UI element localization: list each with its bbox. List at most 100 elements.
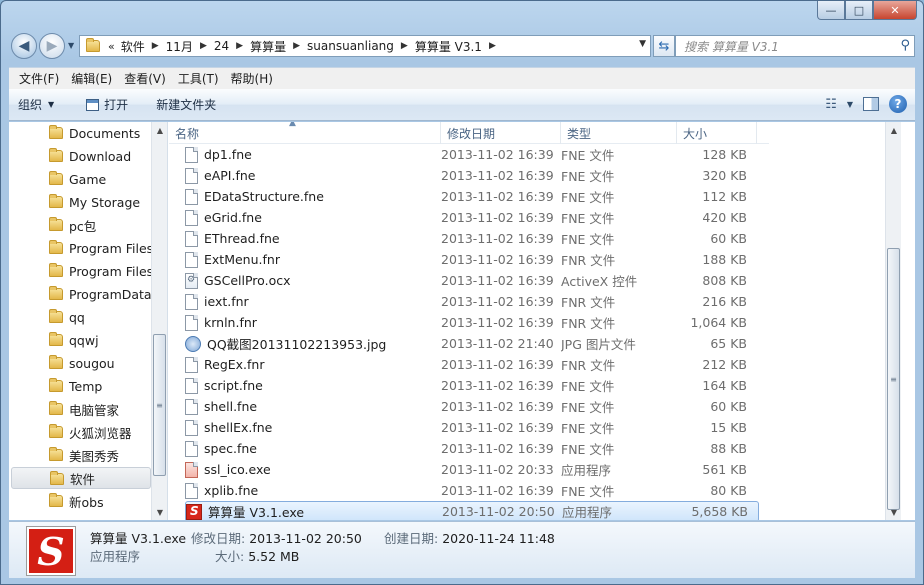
column-header-date[interactable]: 修改日期	[441, 122, 561, 144]
column-header-type[interactable]: 类型	[561, 122, 677, 144]
nav-folder-item[interactable]: 火狐浏览器	[11, 421, 151, 443]
breadcrumb-separator-icon[interactable]: ▶	[200, 41, 207, 51]
breadcrumb-item[interactable]: 24	[214, 39, 229, 53]
breadcrumb-separator-icon[interactable]: ▶	[152, 41, 159, 51]
breadcrumb-separator-icon[interactable]: ▶	[401, 41, 408, 51]
column-header-name[interactable]: ▲ 名称	[169, 122, 441, 144]
new-folder-button[interactable]: 新建文件夹	[147, 96, 225, 113]
back-button[interactable]: ◀	[11, 33, 37, 59]
nav-folder-item[interactable]: sougou	[11, 352, 151, 374]
view-options-icon[interactable]: ☷	[825, 97, 837, 112]
nav-folder-item[interactable]: 软件	[11, 467, 151, 489]
address-bar[interactable]: « 软件 ▶ 11月 ▶ 24 ▶ 算算量 ▶ suansuanliang ▶ …	[79, 35, 651, 57]
breadcrumb-item[interactable]: 软件	[121, 38, 145, 55]
breadcrumb-separator-icon[interactable]: ▶	[236, 41, 243, 51]
file-name-cell: EThread.fne	[185, 230, 441, 247]
file-row[interactable]: xplib.fne 2013-11-02 16:39 FNE 文件 80 KB	[185, 480, 759, 501]
maximize-button[interactable]: □	[845, 1, 873, 20]
close-button[interactable]: ✕	[873, 1, 917, 20]
file-row[interactable]: 算算量 V3.1.exe 2013-11-02 20:50 应用程序 5,658 KB	[185, 501, 759, 520]
minimize-button[interactable]: —	[817, 1, 845, 20]
file-row[interactable]: krnln.fnr 2013-11-02 16:39 FNR 文件 1,064 KB	[185, 312, 759, 333]
breadcrumb-item[interactable]: 11月	[166, 38, 193, 55]
file-row[interactable]: RegEx.fnr 2013-11-02 16:39 FNR 文件 212 KB	[185, 354, 759, 375]
file-name: shellEx.fne	[204, 420, 273, 435]
search-input[interactable]: 搜索 算算量 V3.1 ⚲	[675, 35, 915, 57]
scroll-down-icon[interactable]: ▼	[152, 504, 167, 520]
file-name-cell: spec.fne	[185, 440, 441, 457]
menu-view[interactable]: 查看(V)	[118, 70, 172, 87]
help-icon[interactable]: ?	[889, 95, 907, 113]
scroll-up-icon[interactable]: ▲	[152, 122, 167, 138]
nav-scrollbar[interactable]: ▲ ≡ ▼	[151, 122, 167, 520]
menu-tools[interactable]: 工具(T)	[172, 70, 225, 87]
nav-folder-item[interactable]: Program Files	[11, 237, 151, 259]
file-row[interactable]: ExtMenu.fnr 2013-11-02 16:39 FNR 文件 188 KB	[185, 249, 759, 270]
file-size: 60 KB	[710, 399, 747, 414]
scroll-thumb[interactable]: ≡	[153, 334, 166, 476]
file-list-scrollbar[interactable]: ▲ ≡ ▼	[885, 122, 901, 520]
recent-pages-dropdown[interactable]: ▼	[68, 41, 74, 50]
nav-folder-item[interactable]: qq	[11, 306, 151, 328]
file-type: 应用程序	[562, 505, 613, 520]
menu-file[interactable]: 文件(F)	[13, 70, 65, 87]
nav-folder-item[interactable]: Download	[11, 145, 151, 167]
file-name-cell: shell.fne	[185, 398, 441, 415]
scroll-up-icon[interactable]: ▲	[886, 122, 901, 138]
nav-folder-item[interactable]: ProgramData	[11, 283, 151, 305]
folder-icon	[49, 493, 63, 507]
file-row[interactable]: dp1.fne 2013-11-02 16:39 FNE 文件 128 KB	[185, 144, 759, 165]
scroll-thumb[interactable]: ≡	[887, 248, 900, 510]
file-row[interactable]: eAPI.fne 2013-11-02 16:39 FNE 文件 320 KB	[185, 165, 759, 186]
file-row[interactable]: QQ截图20131102213953.jpg 2013-11-02 21:40 JP…	[185, 333, 759, 354]
details-size: 大小: 5.52 MB	[215, 546, 299, 565]
nav-folder-item[interactable]: My Storage	[11, 191, 151, 213]
file-row[interactable]: spec.fne 2013-11-02 16:39 FNE 文件 88 KB	[185, 438, 759, 459]
address-dropdown-icon[interactable]: ▼	[639, 39, 646, 49]
nav-folder-item[interactable]: 电脑管家	[11, 398, 151, 420]
folder-icon	[49, 171, 63, 185]
nav-folder-item[interactable]: Temp	[11, 375, 151, 397]
file-row[interactable]: script.fne 2013-11-02 16:39 FNE 文件 164 KB	[185, 375, 759, 396]
file-row[interactable]: shell.fne 2013-11-02 16:39 FNE 文件 60 KB	[185, 396, 759, 417]
preview-pane-icon[interactable]	[863, 97, 879, 111]
column-header-size[interactable]: 大小	[677, 122, 757, 144]
file-size: 164 KB	[702, 378, 747, 393]
details-created-label: 创建日期:	[384, 531, 439, 546]
breadcrumb-separator-icon[interactable]: ▶	[293, 41, 300, 51]
file-row[interactable]: EDataStructure.fne 2013-11-02 16:39 FNE 文件…	[185, 186, 759, 207]
file-type: FNE 文件	[561, 211, 615, 226]
breadcrumb-item[interactable]: 算算量	[250, 38, 286, 55]
breadcrumb-overflow[interactable]: «	[108, 40, 115, 53]
nav-folder-item[interactable]: pc包	[11, 214, 151, 236]
open-button[interactable]: 打开	[77, 96, 137, 113]
nav-folder-item[interactable]: qqwj	[11, 329, 151, 351]
menu-edit[interactable]: 编辑(E)	[65, 70, 118, 87]
breadcrumb-separator-icon[interactable]: ▶	[489, 41, 496, 51]
organize-button[interactable]: 组织 ▼	[9, 96, 63, 113]
file-row[interactable]: shellEx.fne 2013-11-02 16:39 FNE 文件 15 KB	[185, 417, 759, 438]
menu-help[interactable]: 帮助(H)	[225, 70, 279, 87]
file-row[interactable]: iext.fnr 2013-11-02 16:39 FNR 文件 216 KB	[185, 291, 759, 312]
refresh-button[interactable]: ⇆	[653, 35, 675, 57]
scroll-down-icon[interactable]: ▼	[886, 504, 901, 520]
file-type: FNE 文件	[561, 169, 615, 184]
nav-folder-item[interactable]: Game	[11, 168, 151, 190]
file-row[interactable]: EThread.fne 2013-11-02 16:39 FNE 文件 60 KB	[185, 228, 759, 249]
file-name-cell: shellEx.fne	[185, 419, 441, 436]
nav-folder-item[interactable]: 新obs	[11, 490, 151, 512]
file-row[interactable]: ssl_ico.exe 2013-11-02 20:33 应用程序 561 KB	[185, 459, 759, 480]
file-date: 2013-11-02 16:39	[441, 420, 554, 435]
chevron-down-icon[interactable]: ▼	[847, 100, 853, 109]
nav-folder-item[interactable]: Documents	[11, 122, 151, 144]
file-row[interactable]: eGrid.fne 2013-11-02 16:39 FNE 文件 420 KB	[185, 207, 759, 228]
breadcrumb-item[interactable]: suansuanliang	[307, 39, 394, 53]
nav-folder-item[interactable]: Program Files	[11, 260, 151, 282]
search-icon[interactable]: ⚲	[900, 38, 910, 53]
file-date: 2013-11-02 16:39	[441, 168, 554, 183]
forward-button[interactable]: ▶	[39, 33, 65, 59]
nav-folder-item[interactable]: 美图秀秀	[11, 444, 151, 466]
file-date: 2013-11-02 16:39	[441, 399, 554, 414]
file-row[interactable]: GSCellPro.ocx 2013-11-02 16:39 ActiveX 控件 8…	[185, 270, 759, 291]
breadcrumb-item[interactable]: 算算量 V3.1	[415, 38, 482, 55]
